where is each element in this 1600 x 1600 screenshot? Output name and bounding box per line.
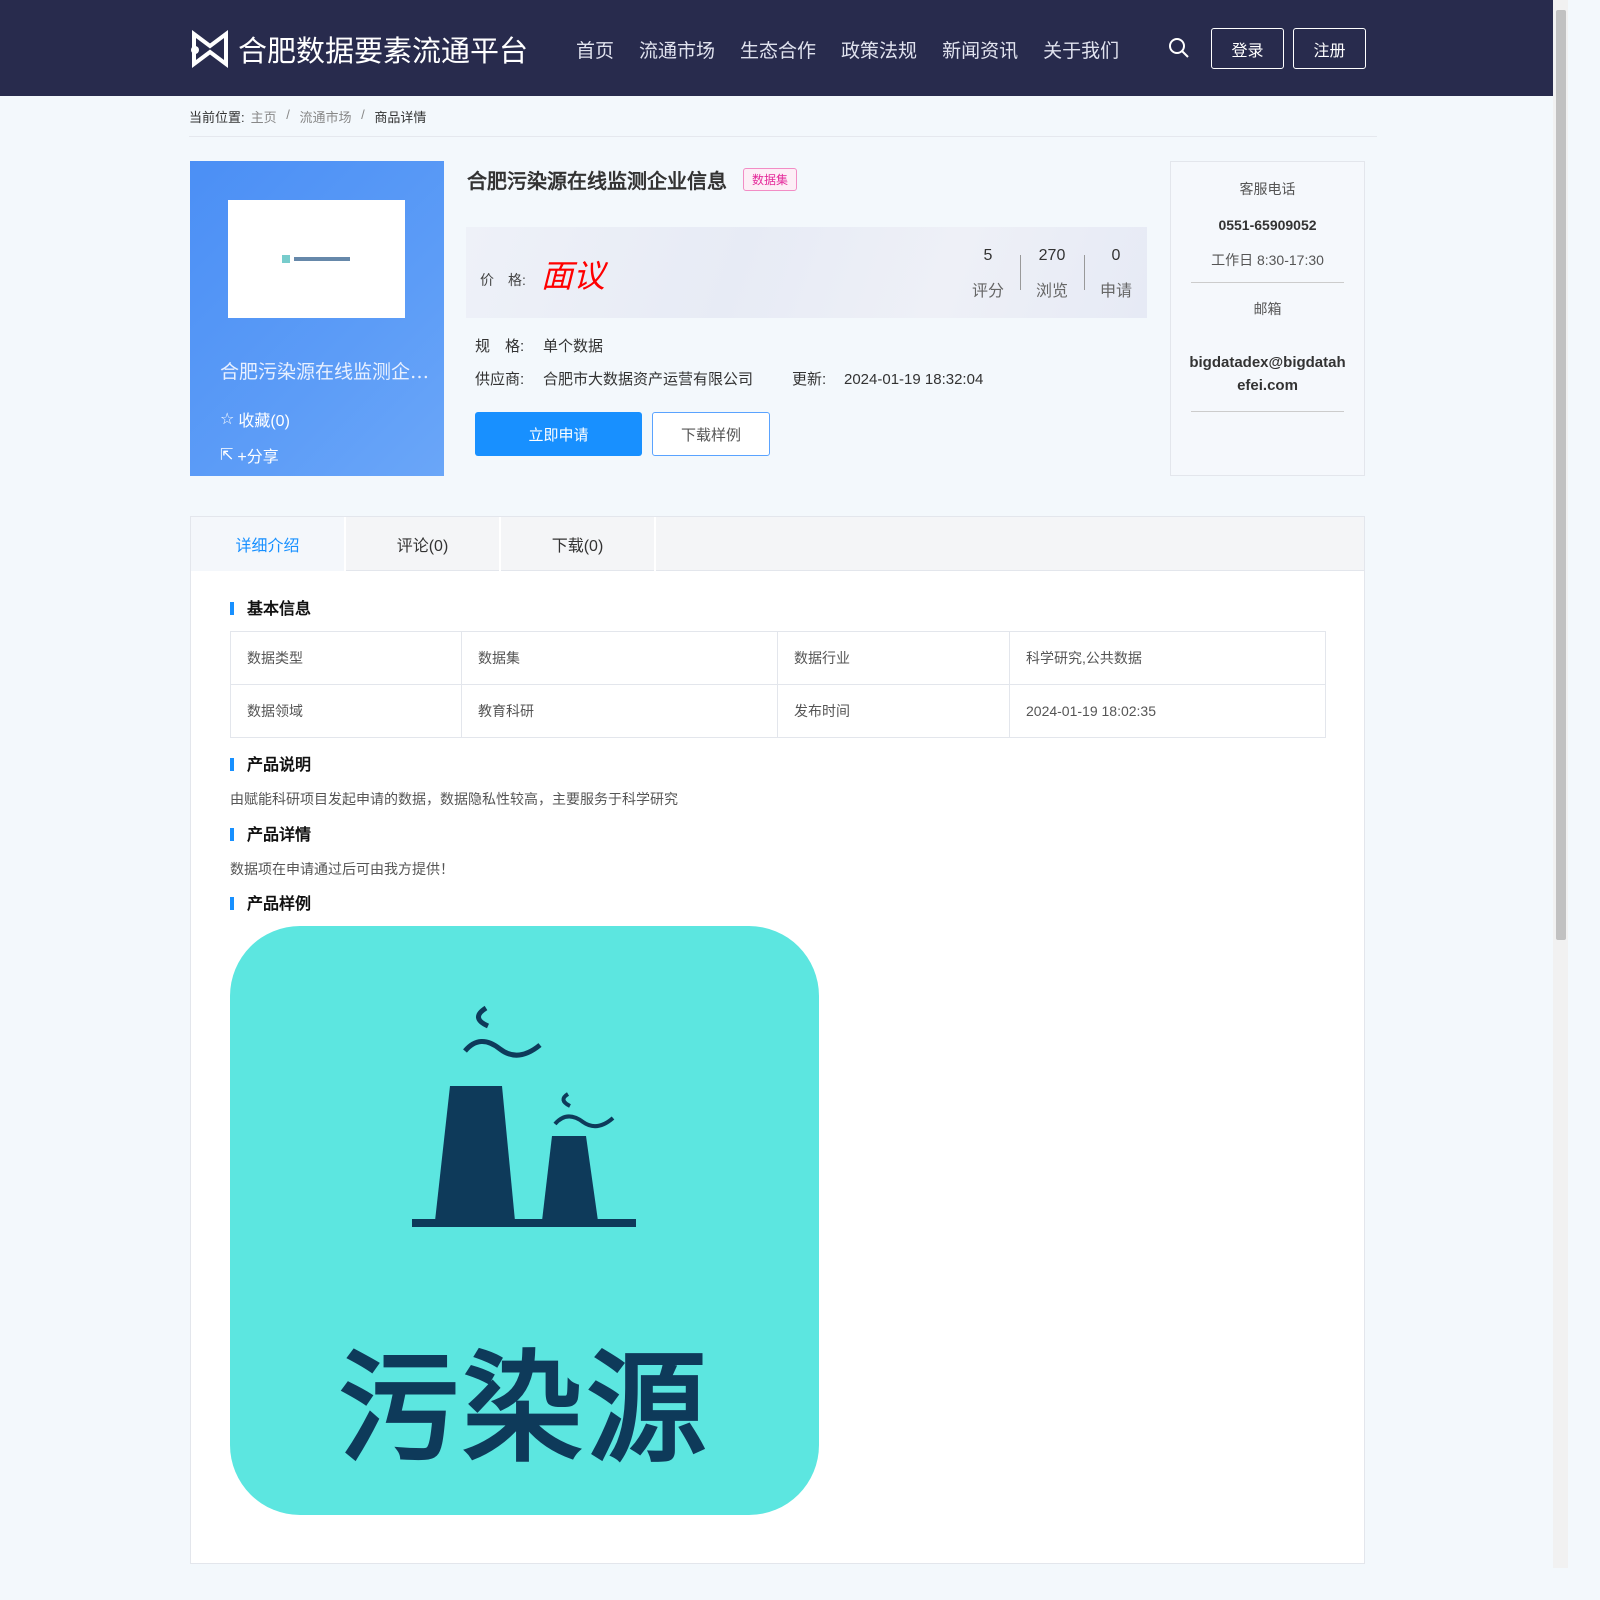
detail-panel: 详细介绍 评论(0) 下载(0) 基本信息 数据类型 数据集 数据行业 科学研究,公共…: [190, 516, 1365, 1564]
star-icon: ☆: [220, 411, 235, 428]
spec-label: 规 格:: [475, 338, 525, 355]
type-badge: 数据集: [743, 168, 798, 191]
stat-value: 5: [983, 247, 993, 264]
share-button[interactable]: ⇱ +分享: [220, 443, 279, 467]
service-hours: 工作日 8:30-17:30: [1211, 252, 1324, 268]
table-cell: 数据集: [461, 631, 778, 685]
divider: [1084, 255, 1085, 290]
tab-bar: 详细介绍 评论(0) 下载(0): [191, 517, 1364, 571]
breadcrumb: 当前位置: 主页 / 流通市场 / 商品详情: [189, 107, 427, 126]
table-cell: 发布时间: [777, 684, 1010, 738]
table-row: 数据类型 数据集 数据行业 科学研究,公共数据: [230, 631, 1326, 685]
table-cell: 教育科研: [461, 684, 778, 738]
product-title-row: 合肥污染源在线监测企业信息 数据集: [467, 165, 798, 194]
stat-value: 0: [1111, 247, 1121, 264]
nav-market[interactable]: 流通市场: [639, 36, 715, 63]
stat-label: 评分: [971, 283, 1004, 300]
tab-downloads[interactable]: 下载(0): [501, 517, 656, 571]
table-cell: 2024-01-19 18:02:35: [1009, 684, 1326, 738]
email-label: 邮箱: [1253, 301, 1282, 317]
breadcrumb-home[interactable]: 主页: [251, 107, 277, 126]
nav-home[interactable]: 首页: [576, 36, 614, 63]
nav-about[interactable]: 关于我们: [1043, 36, 1119, 63]
tab-comments[interactable]: 评论(0): [346, 517, 501, 571]
stat-rating: 5 评分: [963, 247, 1013, 301]
nav-ecosystem[interactable]: 生态合作: [740, 36, 816, 63]
service-box: 客服电话 0551-65909052 工作日 8:30-17:30 邮箱 big…: [1170, 161, 1365, 476]
updated-value: 2024-01-19 18:32:04: [844, 371, 984, 388]
basic-info-table: 数据类型 数据集 数据行业 科学研究,公共数据 数据领域 教育科研 发布时间 2024-01…: [230, 631, 1326, 738]
site-logo[interactable]: 合肥数据要素流通平台: [190, 28, 528, 70]
scrollbar-thumb[interactable]: [1556, 10, 1566, 940]
section-title: 产品样例: [230, 897, 311, 913]
phone-label: 客服电话: [1239, 181, 1296, 197]
phone-value: 0551-65909052: [1218, 217, 1317, 233]
breadcrumb-market[interactable]: 流通市场: [299, 107, 351, 126]
sample-image: 污染源: [230, 926, 819, 1515]
table-cell: 科学研究,公共数据: [1009, 631, 1326, 685]
divider: [1020, 255, 1021, 290]
download-sample-button[interactable]: 下载样例: [652, 412, 770, 456]
product-detail-text: 数据项在申请通过后可由我方提供！: [230, 861, 454, 877]
table-row: 数据领域 教育科研 发布时间 2024-01-19 18:02:35: [230, 684, 1326, 738]
share-icon: ⇱: [220, 447, 234, 464]
stat-views: 270 浏览: [1027, 247, 1077, 301]
supplier-label: 供应商:: [475, 371, 525, 388]
spec-row: 规 格: 单个数据: [475, 335, 603, 356]
email-value[interactable]: bigdatadex@bigdatahefei.com: [1189, 351, 1346, 397]
nav-news[interactable]: 新闻资讯: [942, 36, 1018, 63]
divider: [1191, 282, 1344, 283]
section-title: 产品详情: [230, 828, 311, 844]
search-icon[interactable]: [1168, 37, 1190, 59]
stat-label: 浏览: [1035, 283, 1068, 300]
supplier-row: 供应商: 合肥市大数据资产运营有限公司: [475, 368, 753, 389]
factory-icon: [412, 1005, 636, 1227]
spec-value: 单个数据: [543, 338, 604, 355]
product-thumbnail: [228, 200, 405, 318]
table-cell: 数据行业: [777, 631, 1010, 685]
cover-product-name: 合肥污染源在线监测企业信息: [220, 361, 435, 383]
stat-value: 270: [1038, 247, 1066, 264]
divider: [189, 136, 1377, 137]
price-label: 价 格:: [480, 272, 526, 288]
share-label: +分享: [237, 449, 279, 466]
section-title: 产品说明: [230, 758, 311, 774]
updated-label: 更新:: [792, 371, 827, 388]
header: 合肥数据要素流通平台 首页 流通市场 生态合作 政策法规 新闻资讯 关于我们 登…: [0, 0, 1553, 96]
divider: [1191, 411, 1344, 412]
site-title: 合肥数据要素流通平台: [238, 34, 529, 68]
table-cell: 数据类型: [230, 631, 462, 685]
logo-icon: [191, 30, 228, 68]
section-title: 基本信息: [230, 602, 311, 618]
table-cell: 数据领域: [230, 684, 462, 738]
breadcrumb-current: 商品详情: [374, 110, 427, 125]
favorite-button[interactable]: ☆ 收藏(0): [220, 407, 290, 431]
tab-details[interactable]: 详细介绍: [191, 517, 346, 571]
price-box: 价 格: 面议 5 评分 270 浏览 0 申请: [466, 227, 1147, 318]
stat-label: 申请: [1099, 283, 1132, 300]
supplier-value[interactable]: 合肥市大数据资产运营有限公司: [543, 371, 753, 388]
favorite-label: 收藏(0): [238, 413, 290, 430]
sample-text: 污染源: [338, 1342, 711, 1476]
updated-row: 更新: 2024-01-19 18:32:04: [792, 368, 983, 389]
stat-applications: 0 申请: [1091, 247, 1141, 301]
main-nav: 首页 流通市场 生态合作 政策法规 新闻资讯 关于我们: [576, 36, 1119, 63]
product-description: 由赋能科研项目发起申请的数据，数据隐私性较高，主要服务于科学研究: [230, 791, 678, 807]
product-cover: 合肥污染源在线监测企业信息 ☆收藏(0) ⇱+分享: [190, 161, 444, 476]
login-button[interactable]: 登录: [1211, 28, 1284, 69]
product-title: 合肥污染源在线监测企业信息: [467, 171, 727, 193]
nav-policy[interactable]: 政策法规: [841, 36, 917, 63]
apply-button[interactable]: 立即申请: [475, 412, 642, 456]
breadcrumb-prefix: 当前位置:: [189, 110, 245, 125]
register-button[interactable]: 注册: [1293, 28, 1366, 69]
price-value: 面议: [541, 257, 606, 295]
